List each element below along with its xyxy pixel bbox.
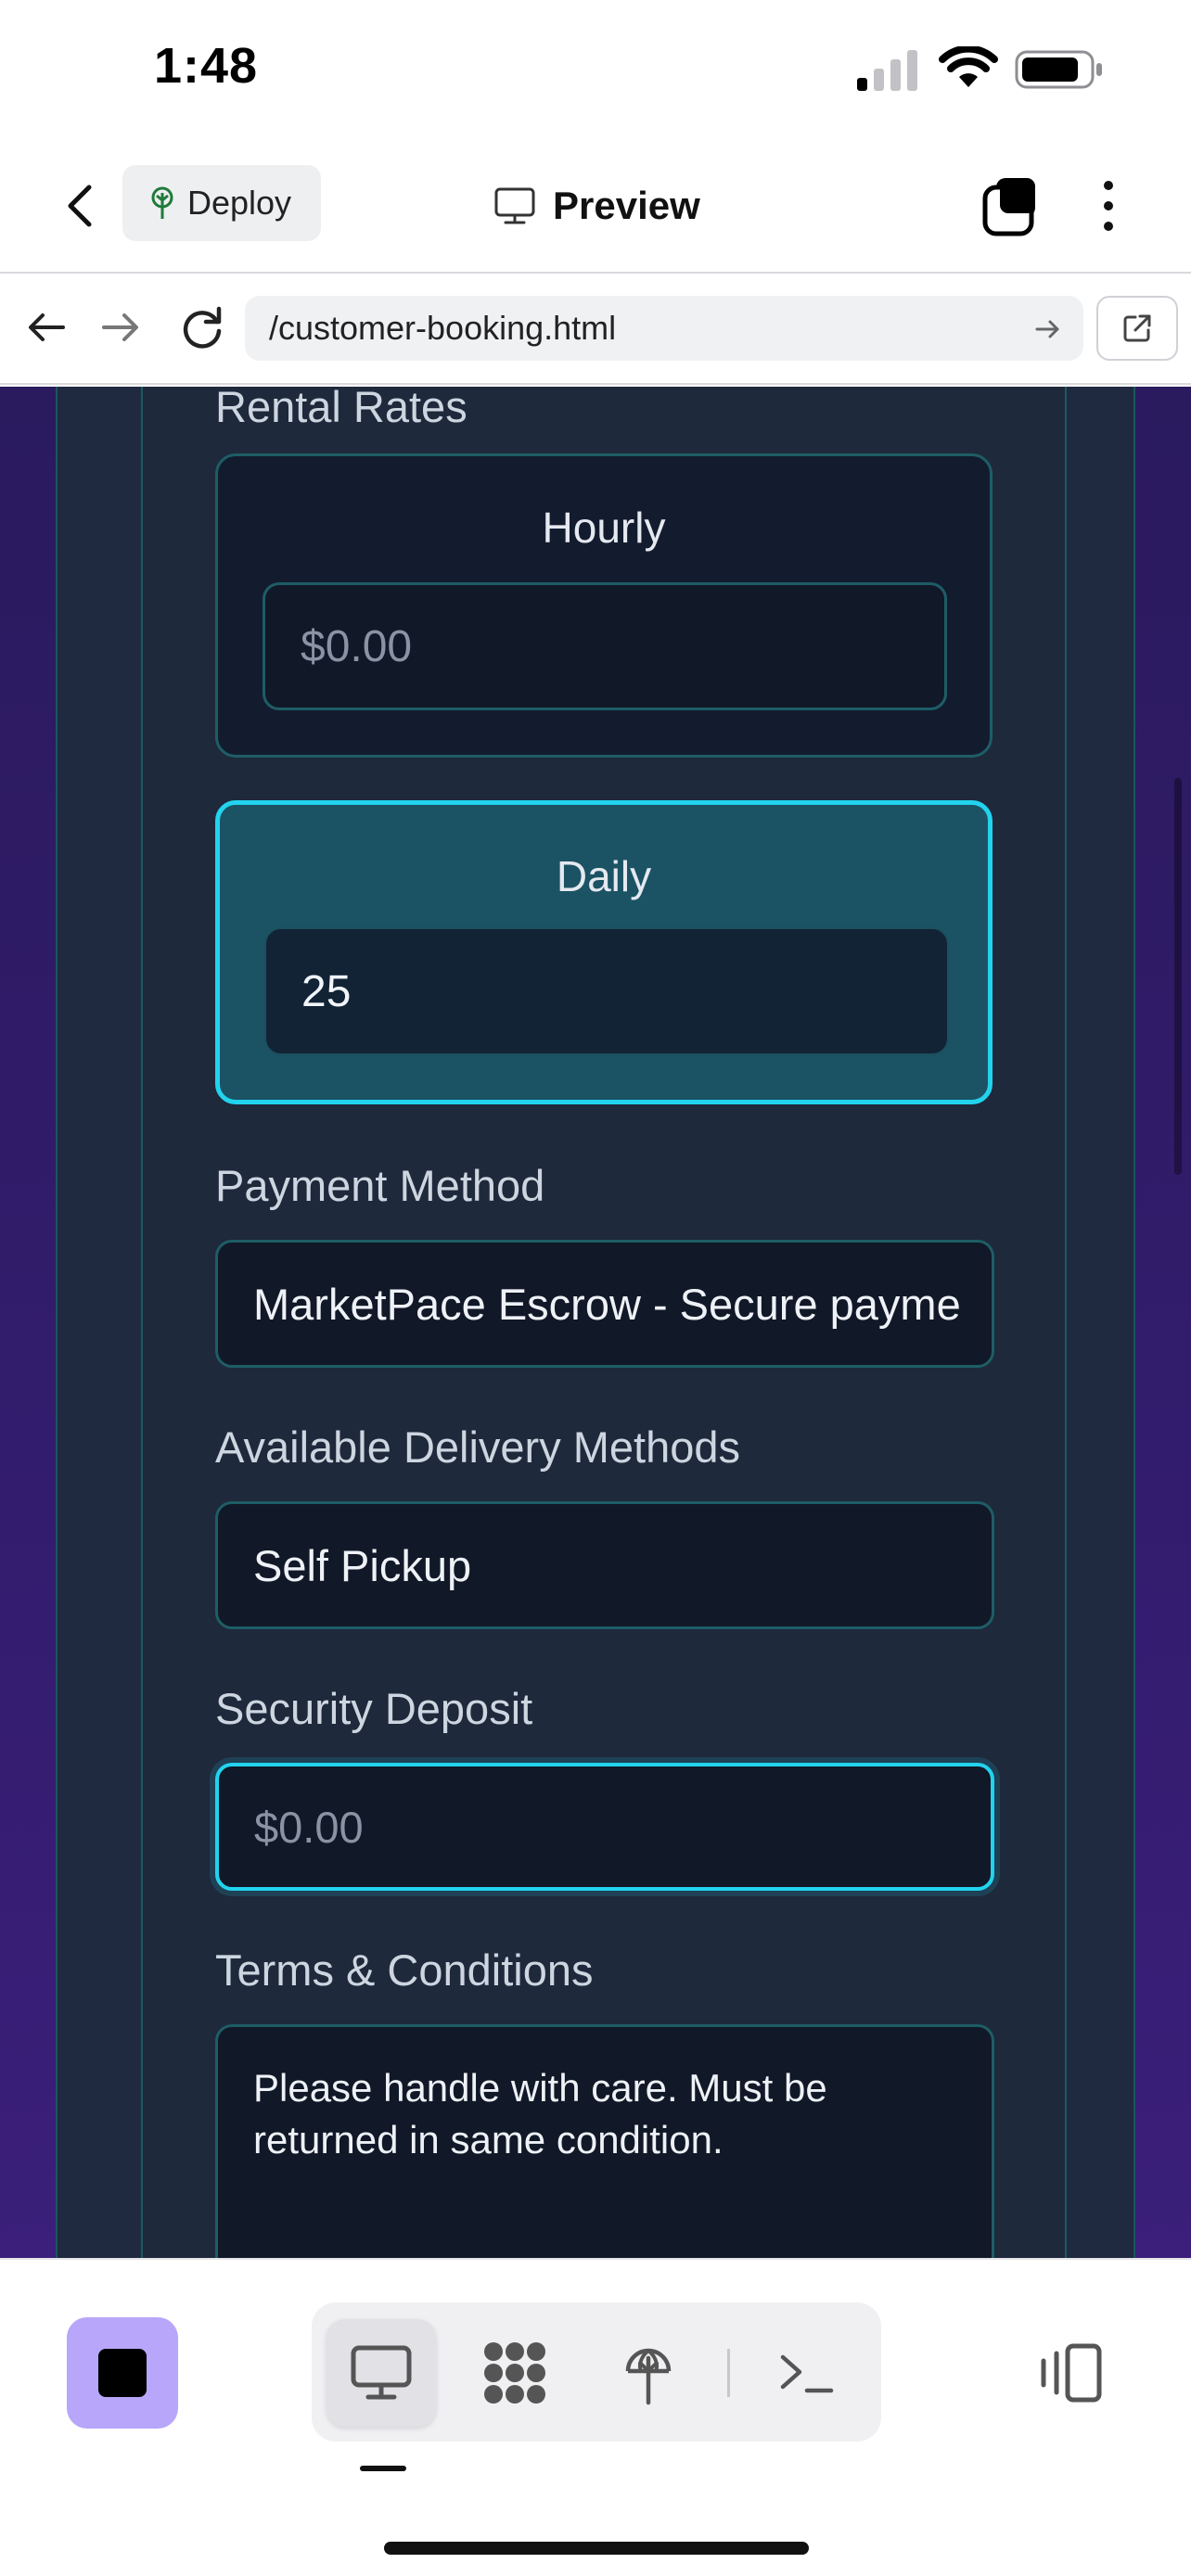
hourly-title: Hourly: [542, 504, 666, 552]
arrow-right-icon[interactable]: [96, 303, 145, 351]
stop-button[interactable]: [67, 2317, 178, 2429]
preview-title: Preview: [493, 172, 700, 239]
battery-icon: [1015, 50, 1102, 89]
monitor-icon: [494, 187, 535, 224]
cellular-signal-icon: [857, 50, 917, 91]
external-link-icon: [1123, 314, 1151, 342]
payment-method-select[interactable]: MarketPace Escrow - Secure payme: [215, 1240, 994, 1368]
arrow-go-icon[interactable]: [1033, 314, 1063, 344]
chevron-left-icon: [68, 185, 92, 227]
terms-textarea[interactable]: Please handle with care. Must be returne…: [215, 2024, 994, 2258]
terminal-icon: [780, 2354, 834, 2393]
app-header: Deploy Preview: [0, 139, 1191, 274]
active-tab-indicator: [360, 2466, 406, 2471]
hourly-rate-card[interactable]: Hourly $0.00: [215, 453, 992, 758]
home-indicator: [384, 2542, 809, 2555]
view-switcher: [312, 2302, 881, 2442]
segment-divider: [727, 2349, 730, 2397]
back-button[interactable]: [52, 172, 108, 239]
delivery-methods-label: Available Delivery Methods: [215, 1422, 741, 1472]
daily-rate-card[interactable]: Daily 25: [215, 800, 992, 1104]
terminal-tab[interactable]: [751, 2319, 861, 2427]
apps-tab[interactable]: [460, 2319, 570, 2427]
deploy-globe-icon: [625, 2348, 672, 2405]
kebab-dot: [1104, 181, 1113, 190]
tabs-icon[interactable]: [978, 172, 1044, 239]
status-bar: 1:48: [0, 0, 1191, 139]
hourly-rate-input[interactable]: $0.00: [263, 582, 947, 710]
payment-method-label: Payment Method: [215, 1161, 545, 1210]
sprout-icon: [151, 186, 173, 219]
deploy-tab[interactable]: [594, 2319, 703, 2427]
arrow-left-icon[interactable]: [22, 303, 70, 351]
device-switch-button[interactable]: [1030, 2323, 1108, 2423]
web-preview: Rental Rates Hourly $0.00 Daily 25 Payme…: [0, 387, 1191, 2258]
scrollbar-thumb[interactable]: [1174, 778, 1182, 1175]
open-external-button[interactable]: [1096, 296, 1178, 361]
wifi-icon: [939, 46, 998, 87]
terms-label: Terms & Conditions: [215, 1945, 594, 1995]
reload-icon[interactable]: [176, 301, 228, 353]
daily-title: Daily: [556, 852, 652, 900]
browser-bar: /customer-booking.html: [0, 275, 1191, 385]
kebab-dot: [1104, 222, 1113, 231]
stop-icon: [98, 2349, 147, 2397]
device-switch-icon: [1041, 2343, 1102, 2403]
deploy-button[interactable]: Deploy: [122, 165, 321, 241]
monitor-icon: [351, 2345, 412, 2400]
url-text: /customer-booking.html: [269, 309, 617, 347]
delivery-methods-select[interactable]: Self Pickup: [215, 1501, 994, 1629]
preview-tab[interactable]: [327, 2319, 436, 2427]
kebab-menu-icon[interactable]: [1085, 172, 1132, 239]
deploy-label: Deploy: [187, 184, 292, 222]
url-input[interactable]: /customer-booking.html: [245, 296, 1083, 361]
kebab-dot: [1104, 201, 1113, 210]
bottom-toolbar: [0, 2258, 1191, 2576]
security-deposit-label: Security Deposit: [215, 1684, 533, 1733]
security-deposit-input[interactable]: $0.00: [215, 1763, 994, 1891]
rental-rates-label: Rental Rates: [215, 387, 467, 431]
preview-label: Preview: [553, 184, 700, 227]
status-time: 1:48: [154, 38, 259, 94]
daily-rate-input[interactable]: 25: [264, 927, 949, 1055]
apps-grid-icon: [484, 2342, 545, 2404]
